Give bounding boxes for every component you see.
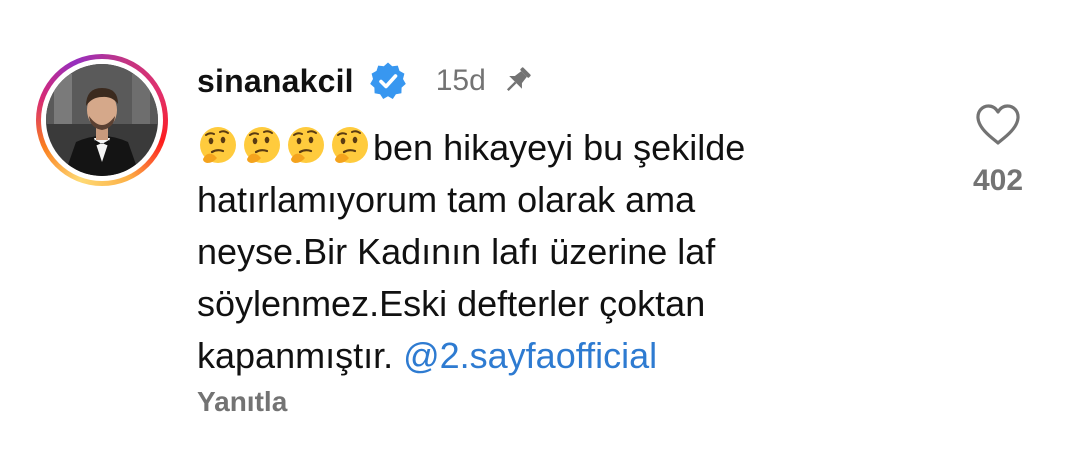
comment-line-3: neyse.Bir Kadının lafı üzerine laf	[197, 231, 716, 272]
like-area: 402	[960, 100, 1036, 198]
heart-outline-icon[interactable]	[973, 100, 1023, 150]
comment-text: ben hikayeyi bu şekilde hatırlamıyorum t…	[197, 122, 877, 382]
thinking-face-icon	[200, 127, 236, 163]
thinking-face-icon	[288, 127, 324, 163]
reply-button[interactable]: Yanıtla	[197, 386, 287, 418]
comment-line-2: hatırlamıyorum tam olarak ama	[197, 179, 696, 220]
comment-line-4: söylenmez.Eski defterler çoktan	[197, 283, 706, 324]
comment-line-1: ben hikayeyi bu şekilde	[373, 127, 746, 168]
pin-icon	[506, 67, 531, 92]
thinking-face-icon	[332, 127, 368, 163]
like-count: 402	[972, 164, 1024, 197]
avatar[interactable]	[46, 64, 158, 176]
avatar-ring-gap	[41, 59, 163, 181]
username-link[interactable]: sinanakcil	[197, 63, 354, 100]
verified-badge-icon	[369, 62, 406, 99]
comment-line-5: kapanmıştır.	[197, 335, 404, 376]
avatar-story-ring[interactable]	[36, 54, 168, 186]
mention-link[interactable]: @2.sayfaofficial	[403, 335, 657, 376]
comment-header: sinanakcil 15d	[197, 58, 534, 104]
comment-timestamp: 15d	[435, 64, 486, 97]
thinking-face-icon	[244, 127, 280, 163]
